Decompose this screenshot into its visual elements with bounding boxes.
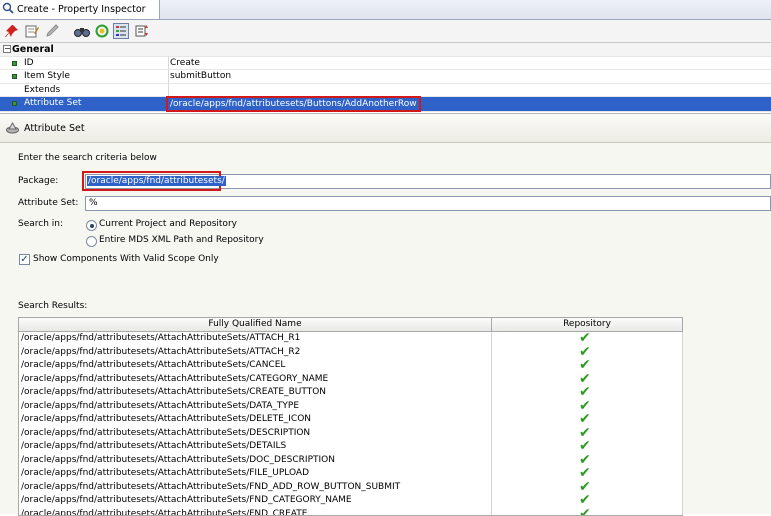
pin-icon[interactable] bbox=[4, 23, 20, 39]
tab-property-inspector[interactable]: Create - Property Inspector bbox=[0, 0, 160, 19]
search-results-label: Search Results: bbox=[18, 301, 87, 311]
attribute-set-label: Attribute Set: bbox=[18, 198, 78, 208]
attribute-set-input[interactable]: % bbox=[85, 196, 771, 211]
table-row[interactable]: /oracle/apps/fnd/attributesets/AttachAtt… bbox=[19, 508, 683, 516]
attribute-set-value[interactable]: /oracle/apps/fnd/attributesets/Buttons/A… bbox=[166, 96, 421, 112]
property-value[interactable]: submitButton bbox=[170, 71, 231, 81]
refresh-icon[interactable] bbox=[94, 23, 110, 39]
attribute-set-icon bbox=[6, 122, 19, 137]
fully-qualified-name-cell: /oracle/apps/fnd/attributesets/AttachAtt… bbox=[21, 401, 299, 411]
instruction-text: Enter the search criteria below bbox=[18, 153, 157, 163]
package-highlight: /oracle/apps/fnd/attributesets/ bbox=[82, 171, 221, 191]
edit-properties-icon[interactable] bbox=[24, 23, 40, 39]
property-row-attribute-set[interactable]: Attribute Set /oracle/apps/fnd/attribute… bbox=[0, 97, 771, 112]
valid-scope-checkbox[interactable]: ✓ bbox=[19, 254, 30, 265]
search-in-label: Search in: bbox=[18, 219, 63, 229]
radio-current-label: Current Project and Repository bbox=[99, 219, 237, 229]
property-inspector-icon bbox=[2, 2, 14, 17]
collapse-icon[interactable]: − bbox=[3, 45, 11, 53]
fully-qualified-name-cell: /oracle/apps/fnd/attributesets/AttachAtt… bbox=[21, 482, 400, 492]
radio-entire-label: Entire MDS XML Path and Repository bbox=[99, 235, 264, 245]
property-name: Extends bbox=[24, 85, 60, 95]
property-row-item-style[interactable]: Item Style submitButton bbox=[0, 70, 771, 84]
fully-qualified-name-cell: /oracle/apps/fnd/attributesets/AttachAtt… bbox=[21, 387, 326, 397]
fully-qualified-name-cell: /oracle/apps/fnd/attributesets/AttachAtt… bbox=[21, 428, 310, 438]
fully-qualified-name-cell: /oracle/apps/fnd/attributesets/AttachAtt… bbox=[21, 455, 335, 465]
property-row-id[interactable]: ID Create bbox=[0, 57, 771, 71]
tab-bar: Create - Property Inspector bbox=[0, 0, 771, 20]
package-label: Package: bbox=[18, 176, 58, 186]
fully-qualified-name-cell: /oracle/apps/fnd/attributesets/AttachAtt… bbox=[21, 347, 300, 357]
radio-current-project[interactable] bbox=[86, 220, 97, 231]
results-body: /oracle/apps/fnd/attributesets/AttachAtt… bbox=[19, 332, 683, 515]
repository-check-icon: ✔ bbox=[579, 508, 591, 516]
find-icon[interactable] bbox=[74, 23, 90, 39]
dialog-header: Attribute Set bbox=[0, 114, 771, 143]
column-header-name[interactable]: Fully Qualified Name bbox=[19, 318, 492, 332]
search-results-table: Fully Qualified Name Repository /oracle/… bbox=[18, 317, 683, 516]
dialog-title: Attribute Set bbox=[24, 123, 85, 134]
fully-qualified-name-cell: /oracle/apps/fnd/attributesets/AttachAtt… bbox=[21, 414, 311, 424]
fully-qualified-name-cell: /oracle/apps/fnd/attributesets/AttachAtt… bbox=[21, 441, 286, 451]
fully-qualified-name-cell: /oracle/apps/fnd/attributesets/AttachAtt… bbox=[21, 374, 328, 384]
categorize-icon[interactable] bbox=[113, 23, 129, 39]
fully-qualified-name-cell: /oracle/apps/fnd/attributesets/AttachAtt… bbox=[21, 509, 307, 516]
fully-qualified-name-cell: /oracle/apps/fnd/attributesets/AttachAtt… bbox=[21, 333, 300, 343]
property-row-extends[interactable]: Extends bbox=[0, 84, 771, 98]
tab-title: Create - Property Inspector bbox=[17, 4, 146, 15]
group-general[interactable]: − General bbox=[0, 43, 771, 57]
valid-scope-label: Show Components With Valid Scope Only bbox=[33, 254, 219, 264]
fully-qualified-name-cell: /oracle/apps/fnd/attributesets/AttachAtt… bbox=[21, 468, 309, 478]
property-bullet-icon bbox=[12, 101, 17, 106]
property-name: ID bbox=[24, 58, 34, 68]
group-label: General bbox=[12, 44, 54, 55]
inspector-toolbar bbox=[0, 20, 771, 43]
package-value[interactable]: /oracle/apps/fnd/attributesets/ bbox=[87, 176, 226, 186]
fully-qualified-name-cell: /oracle/apps/fnd/attributesets/AttachAtt… bbox=[21, 495, 352, 505]
pencil-icon[interactable] bbox=[44, 23, 60, 39]
attribute-set-input-value: % bbox=[89, 198, 98, 208]
property-name: Item Style bbox=[24, 71, 70, 81]
attribute-set-dialog: Attribute Set Enter the search criteria … bbox=[0, 113, 771, 514]
property-bullet-icon bbox=[12, 74, 17, 79]
sort-icon[interactable] bbox=[134, 23, 150, 39]
property-name: Attribute Set bbox=[24, 98, 81, 108]
property-value[interactable]: Create bbox=[170, 58, 200, 68]
property-bullet-icon bbox=[12, 61, 17, 66]
radio-entire-mds[interactable] bbox=[86, 236, 97, 247]
fully-qualified-name-cell: /oracle/apps/fnd/attributesets/AttachAtt… bbox=[21, 360, 285, 370]
